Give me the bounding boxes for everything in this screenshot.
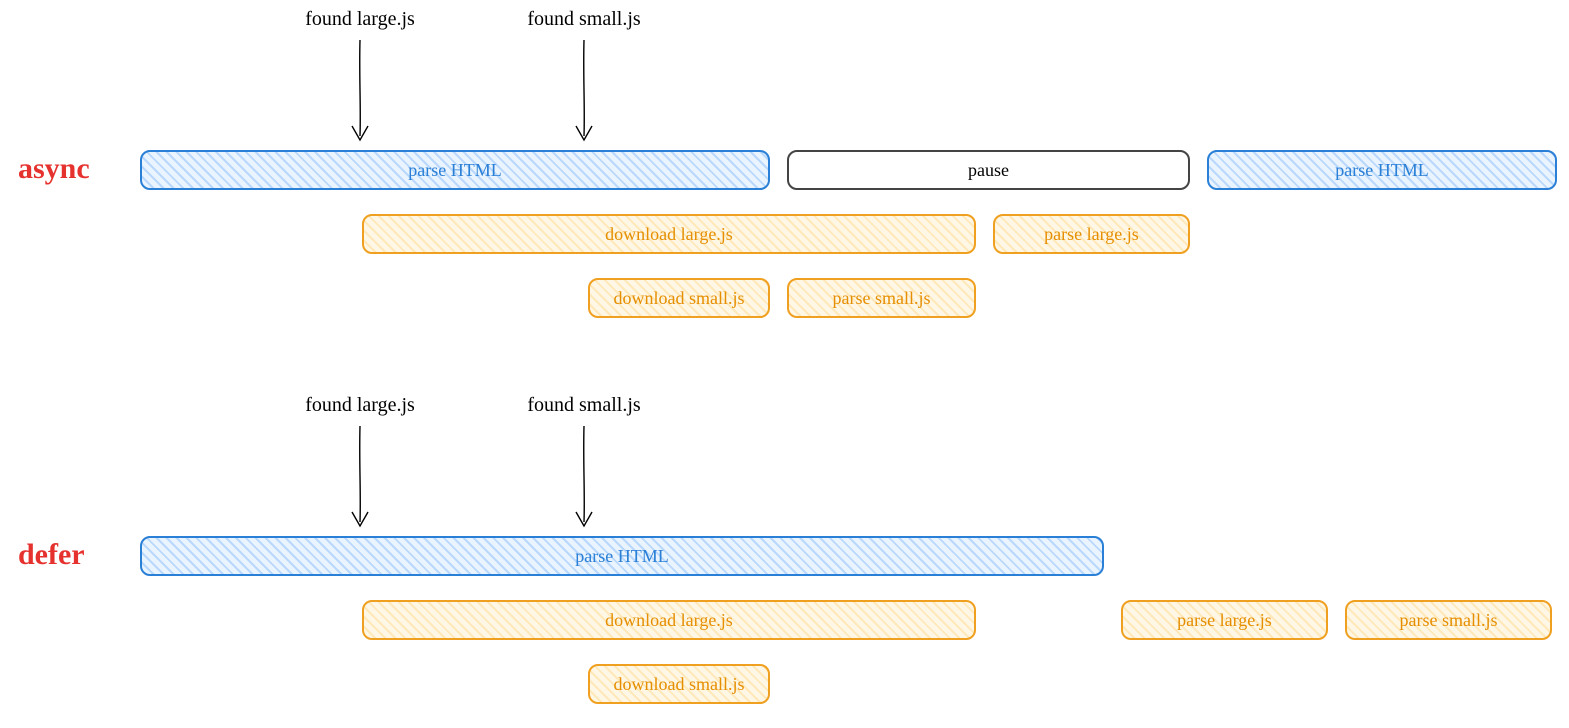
label-defer: defer <box>18 538 85 572</box>
bar-defer-download-small: download small.js <box>588 664 770 704</box>
bar-defer-parse-small: parse small.js <box>1345 600 1552 640</box>
arrow-down-icon <box>564 422 604 532</box>
bar-async-parse-large: parse large.js <box>993 214 1190 254</box>
bar-defer-parse-html: parse HTML <box>140 536 1104 576</box>
arrow-down-icon <box>340 422 380 532</box>
arrow-down-icon <box>340 36 380 146</box>
bar-async-parse-html-1: parse HTML <box>140 150 770 190</box>
bar-defer-download-large: download large.js <box>362 600 976 640</box>
bar-defer-parse-large: parse large.js <box>1121 600 1328 640</box>
bar-async-download-large: download large.js <box>362 214 976 254</box>
annot-defer-found-large: found large.js <box>300 394 420 417</box>
arrow-down-icon <box>564 36 604 146</box>
label-async: async <box>18 152 90 186</box>
annot-async-found-large: found large.js <box>300 8 420 31</box>
annot-defer-found-small: found small.js <box>524 394 644 417</box>
bar-async-pause: pause <box>787 150 1190 190</box>
bar-async-parse-small: parse small.js <box>787 278 976 318</box>
bar-async-download-small: download small.js <box>588 278 770 318</box>
bar-async-parse-html-2: parse HTML <box>1207 150 1557 190</box>
annot-async-found-small: found small.js <box>524 8 644 31</box>
